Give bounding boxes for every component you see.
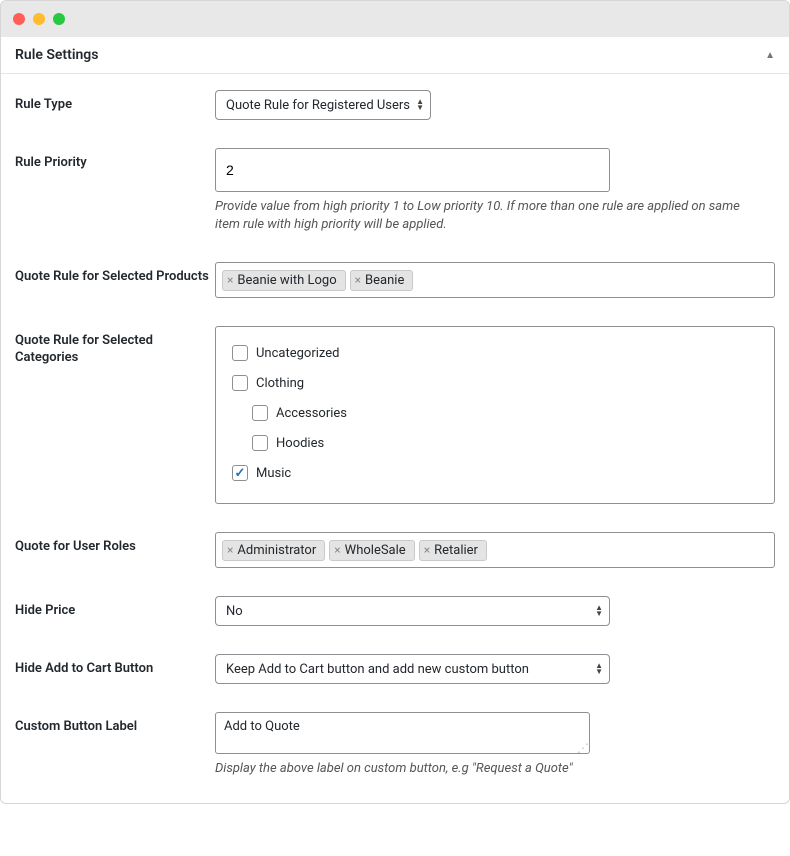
chevron-updown-icon: ▲▼ [595, 663, 603, 675]
category-item: Accessories [252, 405, 758, 421]
chevron-updown-icon: ▲▼ [595, 605, 603, 617]
selected-products-label: Quote Rule for Selected Products [15, 262, 215, 286]
custom-button-label-help: Display the above label on custom button… [215, 760, 745, 778]
rule-priority-input[interactable] [215, 148, 610, 192]
category-checkbox[interactable] [252, 435, 268, 451]
category-label: Accessories [276, 406, 347, 421]
selected-products-row: Quote Rule for Selected Products × Beanie… [15, 262, 775, 298]
tag-label: WholeSale [345, 543, 406, 558]
chevron-updown-icon: ▲▼ [416, 99, 424, 111]
hide-price-control: No ▲▼ [215, 596, 775, 626]
rule-type-label: Rule Type [15, 90, 215, 114]
user-roles-control: × Administrator × WholeSale × Retalier [215, 532, 775, 568]
rule-type-value: Quote Rule for Registered Users [226, 98, 410, 113]
remove-tag-icon[interactable]: × [334, 544, 340, 556]
selected-categories-label: Quote Rule for Selected Categories [15, 326, 215, 367]
category-checkbox[interactable] [232, 465, 248, 481]
maximize-window-button[interactable] [53, 13, 65, 25]
category-label: Music [256, 466, 291, 481]
remove-tag-icon[interactable]: × [355, 274, 361, 286]
minimize-window-button[interactable] [33, 13, 45, 25]
hide-add-to-cart-control: Keep Add to Cart button and add new cust… [215, 654, 775, 684]
hide-price-select[interactable]: No ▲▼ [215, 596, 610, 626]
custom-button-label-row: Custom Button Label Add to Quote ⋰ Displ… [15, 712, 775, 778]
selected-categories-row: Quote Rule for Selected Categories Uncat… [15, 326, 775, 504]
remove-tag-icon[interactable]: × [424, 544, 430, 556]
product-tag: × Beanie [350, 270, 414, 291]
user-roles-tagbox[interactable]: × Administrator × WholeSale × Retalier [215, 532, 775, 568]
tag-label: Administrator [237, 543, 316, 558]
panel-header[interactable]: Rule Settings ▲ [1, 37, 789, 74]
custom-button-label-value: Add to Quote [224, 719, 300, 734]
rule-type-control: Quote Rule for Registered Users ▲▼ [215, 90, 775, 120]
rule-priority-control: Provide value from high priority 1 to Lo… [215, 148, 775, 234]
selected-products-tagbox[interactable]: × Beanie with Logo × Beanie [215, 262, 775, 298]
settings-window: Rule Settings ▲ Rule Type Quote Rule for… [0, 0, 790, 804]
role-tag: × WholeSale [329, 540, 414, 561]
role-tag: × Retalier [419, 540, 487, 561]
hide-price-label: Hide Price [15, 596, 215, 620]
categories-box: Uncategorized Clothing Accessories Hoodies M… [215, 326, 775, 504]
tag-label: Beanie [365, 273, 404, 288]
category-label: Clothing [256, 376, 304, 391]
custom-button-label-label: Custom Button Label [15, 712, 215, 736]
category-item: Music [232, 465, 758, 481]
panel-body: Rule Type Quote Rule for Registered User… [1, 74, 789, 803]
hide-add-to-cart-select[interactable]: Keep Add to Cart button and add new cust… [215, 654, 610, 684]
user-roles-row: Quote for User Roles × Administrator × Whol… [15, 532, 775, 568]
hide-price-value: No [226, 604, 243, 619]
hide-add-to-cart-row: Hide Add to Cart Button Keep Add to Cart… [15, 654, 775, 684]
category-checkbox[interactable] [232, 375, 248, 391]
category-item: Clothing [232, 375, 758, 391]
category-item: Hoodies [252, 435, 758, 451]
panel-collapse-icon[interactable]: ▲ [765, 50, 775, 61]
window-titlebar [1, 1, 789, 37]
role-tag: × Administrator [222, 540, 325, 561]
product-tag: × Beanie with Logo [222, 270, 346, 291]
hide-add-to-cart-label: Hide Add to Cart Button [15, 654, 215, 678]
panel-title: Rule Settings [15, 47, 98, 63]
category-checkbox[interactable] [252, 405, 268, 421]
category-checkbox[interactable] [232, 345, 248, 361]
tag-label: Beanie with Logo [237, 273, 336, 288]
rule-priority-row: Rule Priority Provide value from high pr… [15, 148, 775, 234]
user-roles-label: Quote for User Roles [15, 532, 215, 556]
category-label: Hoodies [276, 436, 324, 451]
category-label: Uncategorized [256, 346, 339, 361]
rule-type-select[interactable]: Quote Rule for Registered Users ▲▼ [215, 90, 431, 120]
close-window-button[interactable] [13, 13, 25, 25]
remove-tag-icon[interactable]: × [227, 544, 233, 556]
rule-priority-label: Rule Priority [15, 148, 215, 172]
tag-label: Retalier [434, 543, 478, 558]
custom-button-label-control: Add to Quote ⋰ Display the above label o… [215, 712, 775, 778]
window-content: Rule Settings ▲ Rule Type Quote Rule for… [1, 37, 789, 803]
rule-type-row: Rule Type Quote Rule for Registered User… [15, 90, 775, 120]
hide-add-to-cart-value: Keep Add to Cart button and add new cust… [226, 662, 529, 677]
category-item: Uncategorized [232, 345, 758, 361]
rule-priority-help: Provide value from high priority 1 to Lo… [215, 198, 745, 234]
selected-categories-control: Uncategorized Clothing Accessories Hoodies M… [215, 326, 775, 504]
remove-tag-icon[interactable]: × [227, 274, 233, 286]
hide-price-row: Hide Price No ▲▼ [15, 596, 775, 626]
selected-products-control: × Beanie with Logo × Beanie [215, 262, 775, 298]
custom-button-label-textarea[interactable]: Add to Quote ⋰ [215, 712, 590, 754]
resize-handle-icon[interactable]: ⋰ [577, 741, 587, 751]
